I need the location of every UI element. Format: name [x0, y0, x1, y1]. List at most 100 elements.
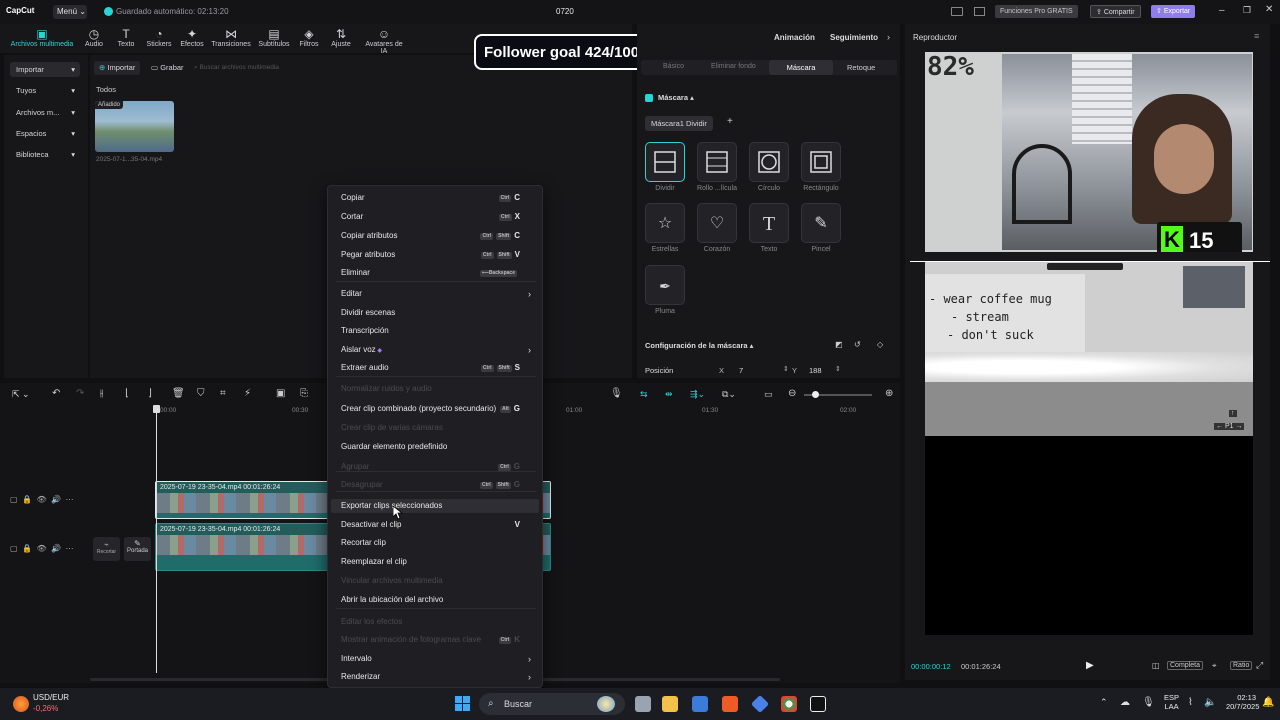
- close-icon[interactable]: ✕: [1265, 4, 1273, 15]
- full-button[interactable]: Completa: [1167, 661, 1203, 670]
- audio-recortar-button[interactable]: ⌁ Recortar: [93, 537, 120, 561]
- file-explorer-icon[interactable]: [662, 696, 678, 712]
- mask-circle-card[interactable]: [749, 142, 789, 182]
- split-tool-icon[interactable]: ⫲: [100, 388, 103, 399]
- shield-icon[interactable]: ⛉: [197, 388, 205, 399]
- caption-icon[interactable]: ▭: [764, 389, 773, 400]
- select-tool-icon[interactable]: ⇱ ⌄: [12, 389, 30, 400]
- mask-chip[interactable]: Máscara1 Dividir: [645, 116, 713, 131]
- menu-item[interactable]: Reemplazar el clip: [341, 555, 531, 569]
- x-stepper-icon[interactable]: ⇕: [783, 365, 789, 373]
- invert-icon[interactable]: ◩: [835, 340, 843, 349]
- menu-item[interactable]: Crear clip combinado (proyecto secundari…: [341, 402, 531, 416]
- x-input[interactable]: 7: [739, 366, 743, 375]
- mask-heart-card[interactable]: ♡: [697, 203, 737, 243]
- menu-item[interactable]: Extraer audio Ctrl Shift S: [341, 361, 531, 375]
- freeze-icon[interactable]: ⎘: [300, 388, 308, 399]
- zoom-in-icon[interactable]: ⊕: [885, 388, 893, 399]
- media-thumbnail[interactable]: Añadido: [95, 101, 174, 152]
- tab-mask[interactable]: Máscara: [769, 60, 833, 75]
- tab-adjust[interactable]: ⇅ Ajuste: [321, 28, 361, 48]
- windows-start-icon[interactable]: [455, 696, 471, 712]
- ratio-button[interactable]: Ratio: [1230, 661, 1253, 670]
- tab-media[interactable]: ▣ Archivos multimedia: [8, 28, 76, 48]
- lock-icon[interactable]: 🔒: [22, 495, 32, 504]
- track-toggle-icon[interactable]: ▢: [10, 495, 18, 504]
- menu-item[interactable]: Renderizar ›: [341, 670, 531, 684]
- tab-transitions[interactable]: ⋈ Transiciones: [211, 28, 251, 48]
- menu-item[interactable]: Copiar Ctrl C: [341, 191, 531, 205]
- undo-icon[interactable]: ↶: [52, 388, 60, 399]
- sidebar-item-yours[interactable]: Tuyos ▾: [10, 83, 80, 98]
- menu-item[interactable]: Editar ›: [341, 287, 531, 301]
- zoom-slider[interactable]: [804, 391, 872, 398]
- more-icon[interactable]: ⋯: [65, 544, 73, 553]
- minimize-icon[interactable]: –: [1219, 5, 1225, 16]
- tab-tracking[interactable]: Seguimiento: [830, 33, 878, 42]
- menu-item[interactable]: Cortar Ctrl X: [341, 210, 531, 224]
- playhead[interactable]: [156, 405, 157, 673]
- page-nav-control[interactable]: ← P1 →: [1214, 423, 1245, 430]
- mask-filmstrip-card[interactable]: [697, 142, 737, 182]
- eye-icon[interactable]: 👁: [36, 544, 46, 553]
- tray-chevron-icon[interactable]: ⌃: [1100, 697, 1108, 708]
- thumbnail-icon[interactable]: ▣: [276, 388, 285, 399]
- crop-icon[interactable]: ⌗: [220, 388, 226, 399]
- redo-icon[interactable]: ↷: [76, 388, 84, 399]
- mask-star-card[interactable]: ☆: [645, 203, 685, 243]
- speaker-icon[interactable]: 🔈: [1204, 697, 1216, 708]
- y-stepper-icon[interactable]: ⇕: [835, 365, 841, 373]
- share-button[interactable]: ⇪ Compartir: [1090, 5, 1141, 18]
- delete-icon[interactable]: 🗑: [172, 388, 185, 399]
- language-indicator[interactable]: ESP LAA: [1164, 693, 1179, 711]
- keyframe-icon[interactable]: ◇: [877, 340, 883, 349]
- mask-text-card[interactable]: T: [749, 203, 789, 243]
- cover-button[interactable]: ✎ Portada: [124, 537, 151, 561]
- search-input[interactable]: ⌕ Buscar archivos multimedia: [194, 62, 394, 74]
- sidebar-item-media-files[interactable]: Archivos m... ▾: [10, 105, 80, 120]
- wifi-icon[interactable]: ⌇: [1188, 697, 1193, 708]
- mic-tray-icon[interactable]: 🎙: [1142, 697, 1155, 708]
- trim-left-icon[interactable]: ⌊: [125, 388, 129, 399]
- menu-item[interactable]: Abrir la ubicación del archivo: [341, 593, 531, 607]
- volume-icon[interactable]: 🔊: [51, 544, 61, 553]
- cloud-icon[interactable]: ☁: [1120, 697, 1130, 708]
- audio-link-icon[interactable]: ⧉⌄: [722, 389, 736, 400]
- lock-icon[interactable]: 🔒: [22, 544, 32, 553]
- trim-right-icon[interactable]: ⌋: [148, 388, 152, 399]
- clock[interactable]: 02:13 20/7/2025: [1226, 693, 1259, 711]
- app-diamond-icon[interactable]: [750, 694, 770, 714]
- tab-remove-bg[interactable]: Eliminar fondo: [711, 63, 756, 70]
- menu-item[interactable]: Exportar clips seleccionados: [331, 499, 539, 513]
- y-input[interactable]: 188: [809, 366, 822, 375]
- volume-icon[interactable]: 🔊: [51, 495, 61, 504]
- record-button[interactable]: ▭ Grabar: [146, 61, 189, 75]
- preview-axis-icon[interactable]: ⇶⌄: [690, 389, 705, 400]
- pro-button[interactable]: Funciones Pro GRATIS: [995, 5, 1078, 18]
- tab-retouch[interactable]: Retoque: [847, 63, 875, 72]
- menu-button[interactable]: Menú ⌄: [53, 5, 87, 19]
- menu-item[interactable]: Intervalo ›: [341, 652, 531, 666]
- tab-ai-avatars[interactable]: ☺ Avatares de IA: [362, 28, 406, 55]
- menu-item[interactable]: Aislar voz ◆ ›: [341, 343, 531, 357]
- reset-icon[interactable]: ↺: [854, 340, 861, 349]
- sidebar-item-library[interactable]: Biblioteca ▾: [10, 147, 80, 162]
- sidebar-item-spaces[interactable]: Espacios ▾: [10, 126, 80, 141]
- mask-pen-card[interactable]: ✒: [645, 265, 685, 305]
- tab-basic[interactable]: Básico: [663, 63, 684, 70]
- menu-item[interactable]: Pegar atributos Ctrl Shift V: [341, 248, 531, 262]
- store-icon[interactable]: [692, 696, 708, 712]
- menu-item[interactable]: Guardar elemento predefinido: [341, 440, 531, 454]
- weather-widget-icon[interactable]: [13, 696, 29, 712]
- capcut-taskbar-icon[interactable]: [810, 696, 826, 712]
- sidebar-item-import[interactable]: Importar ▾: [10, 62, 80, 77]
- mask-rectangle-card[interactable]: [801, 142, 841, 182]
- import-button[interactable]: ⊕ Importar: [94, 61, 141, 75]
- track-toggle-icon[interactable]: ▢: [10, 544, 18, 553]
- chrome-icon[interactable]: [781, 696, 797, 712]
- taskbar-search[interactable]: ⌕ Buscar: [479, 693, 625, 715]
- tab-effects[interactable]: ✦ Efectos: [172, 28, 212, 48]
- tab-subtitles[interactable]: ▤ Subtítulos: [254, 28, 294, 48]
- player-menu-icon[interactable]: ≡: [1254, 31, 1259, 41]
- menu-item[interactable]: Transcripción: [341, 324, 531, 338]
